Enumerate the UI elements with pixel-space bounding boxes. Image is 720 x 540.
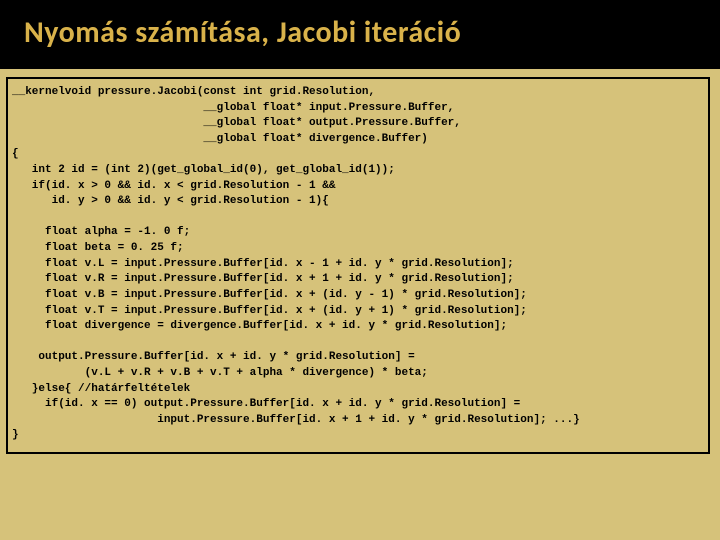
code-frame: __kernelvoid pressure.Jacobi(const int g…: [6, 77, 710, 454]
slide-title: Nyomás számítása, Jacobi iteráció: [0, 0, 720, 69]
code-block: __kernelvoid pressure.Jacobi(const int g…: [12, 85, 704, 444]
